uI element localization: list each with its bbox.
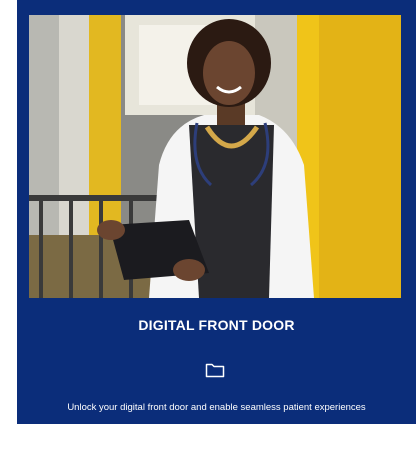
folder-icon — [205, 363, 225, 378]
card-description: Unlock your digital front door and enabl… — [67, 402, 366, 413]
card-title: DIGITAL FRONT DOOR — [138, 317, 295, 333]
digital-front-door-card[interactable]: DIGITAL FRONT DOOR Unlock your digital f… — [17, 0, 416, 424]
doctor-photo — [29, 15, 401, 298]
